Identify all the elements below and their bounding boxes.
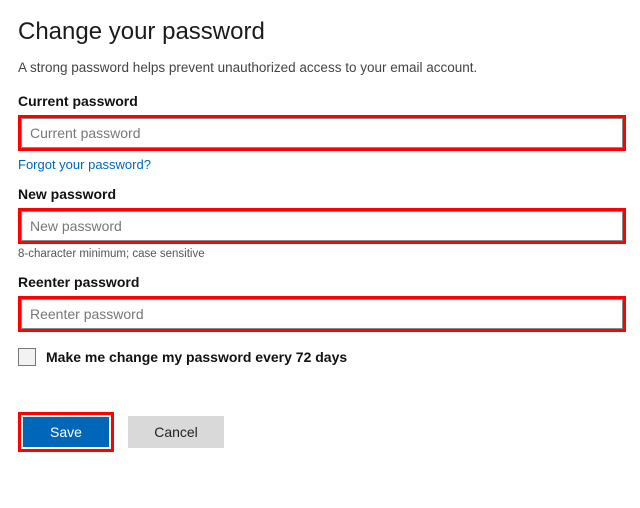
current-password-highlight xyxy=(18,115,626,151)
new-password-label: New password xyxy=(18,186,626,202)
button-row: Save Cancel xyxy=(18,412,626,452)
page-title: Change your password xyxy=(18,18,626,46)
forgot-password-link[interactable]: Forgot your password? xyxy=(18,157,151,172)
periodic-change-row: Make me change my password every 72 days xyxy=(18,348,626,366)
new-password-input[interactable] xyxy=(21,211,623,241)
save-button[interactable]: Save xyxy=(23,417,109,447)
current-password-input[interactable] xyxy=(21,118,623,148)
reenter-password-label: Reenter password xyxy=(18,274,626,290)
cancel-button[interactable]: Cancel xyxy=(128,416,224,448)
page-subtitle: A strong password helps prevent unauthor… xyxy=(18,60,626,75)
periodic-change-checkbox[interactable] xyxy=(18,348,36,366)
periodic-change-label: Make me change my password every 72 days xyxy=(46,349,347,365)
new-password-hint: 8-character minimum; case sensitive xyxy=(18,248,626,260)
current-password-label: Current password xyxy=(18,93,626,109)
new-password-highlight xyxy=(18,208,626,244)
reenter-password-highlight xyxy=(18,296,626,332)
reenter-password-input[interactable] xyxy=(21,299,623,329)
save-button-highlight: Save xyxy=(18,412,114,452)
